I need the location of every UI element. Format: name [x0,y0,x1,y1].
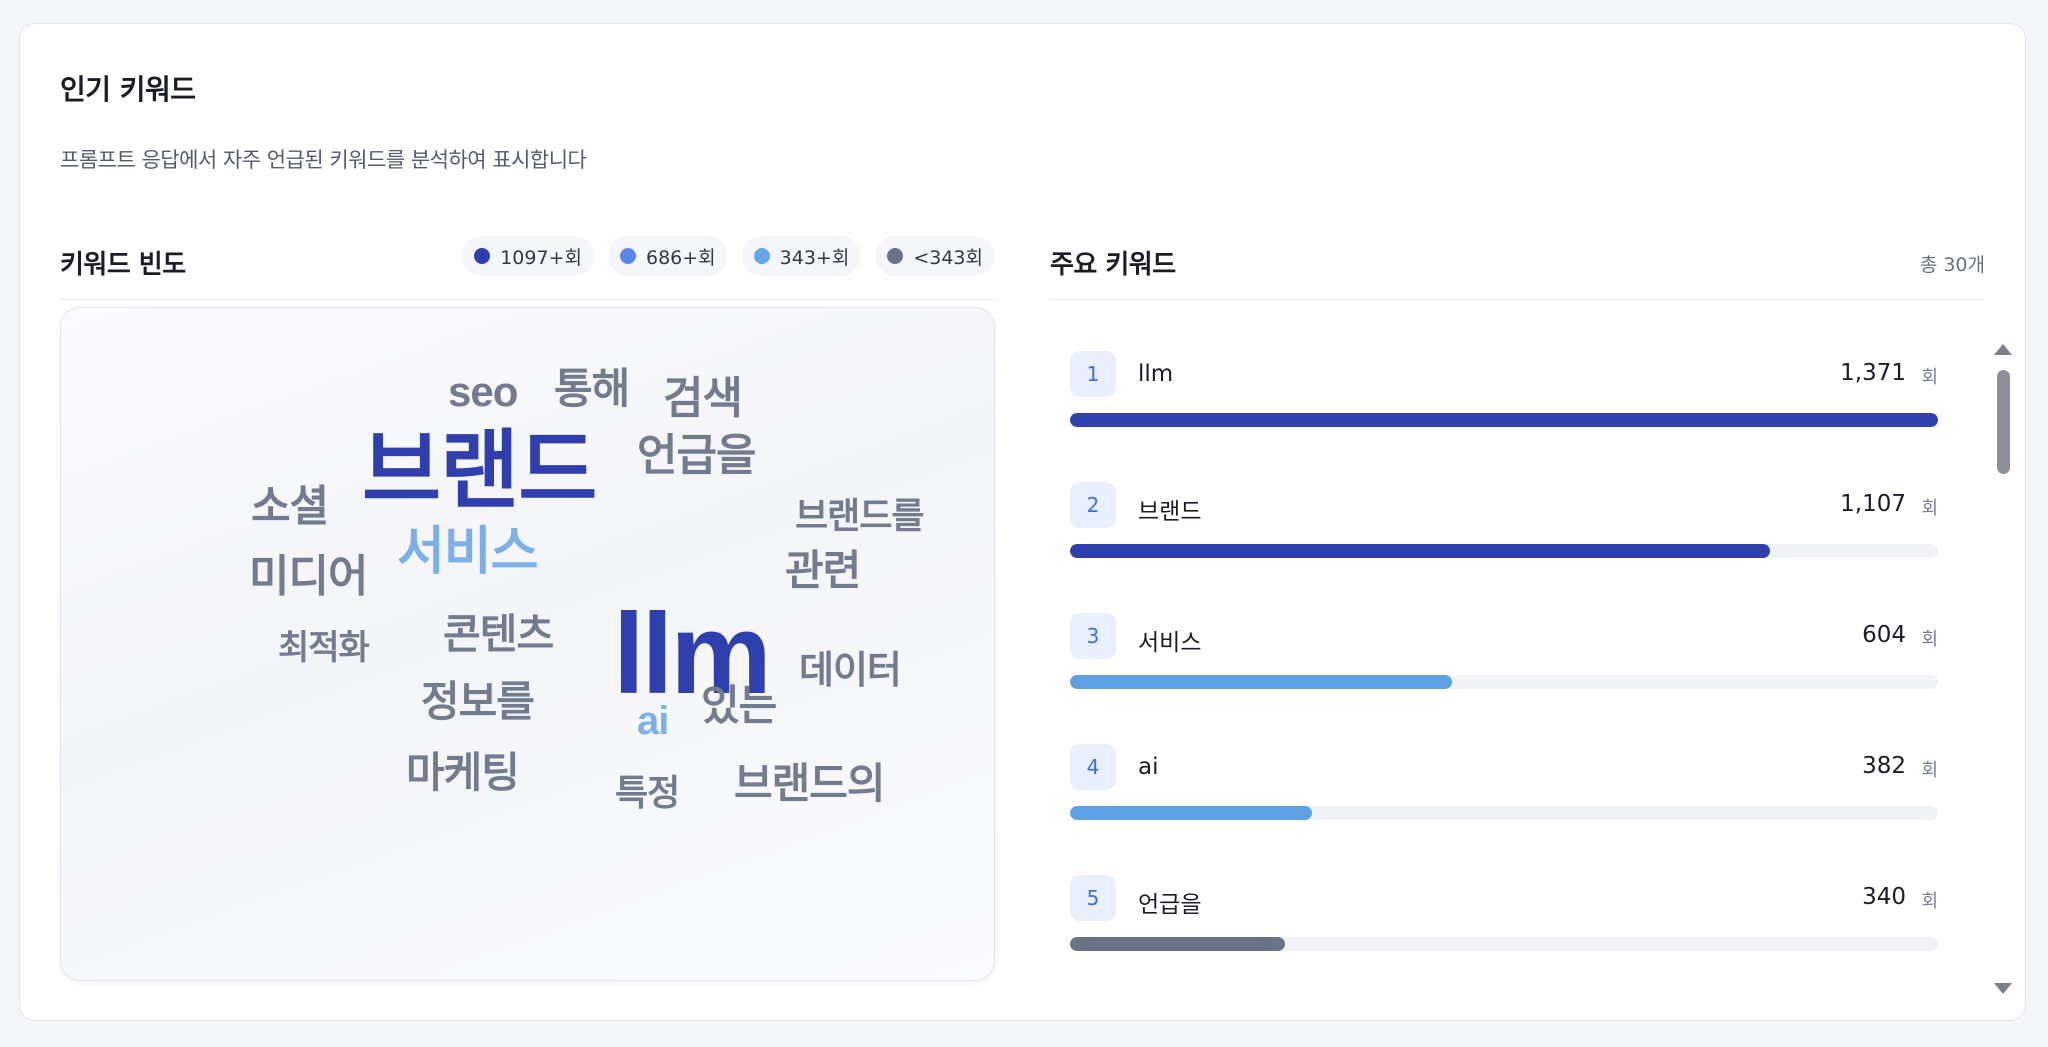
page-subtitle: 프롬프트 응답에서 자주 언급된 키워드를 분석하여 표시합니다 [60,148,587,172]
keyword-count: 1,107 [1840,491,1906,517]
list-item[interactable]: 4 ai 382 회 [1070,744,1938,864]
frequency-bar-fill [1070,675,1452,689]
list-item[interactable]: 1 llm 1,371 회 [1070,351,1938,471]
legend-dot-icon [619,248,636,264]
frequency-bar-track [1070,806,1938,820]
keyword-name: ai [1138,754,1159,780]
cloud-word[interactable]: 통해 [554,368,630,410]
word-cloud: seo 통해 검색 브랜드 언급을 소셜 브랜드를 서비스 미디어 llm 관련… [60,307,995,981]
keyword-name: 서비스 [1138,630,1202,656]
keyword-count: 604 [1862,622,1906,648]
frequency-bar-track [1070,937,1938,951]
legend-dot-icon [474,248,491,264]
cloud-word[interactable]: 검색 [663,377,743,421]
cloud-word[interactable]: 서비스 [397,526,539,578]
frequency-bar-track [1070,675,1938,689]
keyword-name: 브랜드 [1138,499,1202,525]
frequency-bar-fill [1070,937,1286,951]
cloud-word[interactable]: 마케팅 [406,752,520,794]
cloud-word[interactable]: 브랜드를 [795,498,924,534]
count-unit: 회 [1921,760,1938,781]
frequency-bar-fill [1070,806,1313,820]
keyword-count: 382 [1862,753,1906,779]
list-item[interactable]: 5 언급을 340 회 [1070,875,1938,995]
cloud-word[interactable]: ai [637,701,669,741]
cloud-word[interactable]: 언급을 [637,434,756,478]
legend-label: <343회 [913,246,983,269]
frequency-bar-track [1070,544,1938,558]
legend-dot-icon [753,248,770,264]
frequency-bar-fill [1070,413,1938,427]
scroll-thumb[interactable] [1997,370,2010,474]
cloud-word[interactable]: 특정 [615,775,680,811]
cloud-word[interactable]: 소셜 [251,486,329,529]
frequency-legend: 1097+회 686+회 343+회 <343회 [462,236,995,276]
keyword-name: llm [1138,361,1174,387]
rank-badge: 3 [1070,613,1116,659]
legend-item-tier2: 686+회 [607,236,728,276]
popular-keywords-card: 인기 키워드 프롬프트 응답에서 자주 언급된 키워드를 분석하여 표시합니다 … [19,23,2026,1021]
top-keywords-header: 주요 키워드 총 30개 [1050,220,1985,300]
count-unit: 회 [1921,367,1938,388]
frequency-header: 키워드 빈도 1097+회 686+회 343+회 <343회 [60,220,995,300]
list-item[interactable]: 3 서비스 604 회 [1070,613,1938,733]
keyword-total-count: 총 30개 [1919,254,1985,276]
frequency-bar-fill [1070,544,1771,558]
top-keywords-list: 1 llm 1,371 회 2 브랜드 1,107 회 3 서비스 604 회 [1050,324,1985,994]
cloud-word[interactable]: 있는 [701,685,777,727]
legend-label: 686+회 [645,246,716,269]
legend-item-tier3: 343+회 [741,236,862,276]
count-unit: 회 [1921,498,1938,519]
rank-badge: 5 [1070,875,1116,921]
rank-badge: 4 [1070,744,1116,790]
list-scrollbar[interactable] [1990,340,2018,994]
cloud-word[interactable]: 브랜드의 [734,763,886,805]
legend-item-tier4: <343회 [875,236,995,276]
cloud-word[interactable]: seo [448,371,518,413]
scroll-down-arrow-icon[interactable] [1994,983,2012,994]
cloud-word[interactable]: 미디어 [249,555,368,599]
cloud-word[interactable]: 데이터 [799,652,902,690]
frequency-bar-track [1070,413,1938,427]
keyword-count: 340 [1862,884,1906,910]
legend-item-tier1: 1097+회 [462,236,594,276]
legend-label: 1097+회 [500,246,582,269]
cloud-word[interactable]: 정보를 [421,681,535,723]
keyword-name: 언급을 [1138,892,1202,918]
cloud-word[interactable]: 브랜드 [362,428,597,514]
scroll-up-arrow-icon[interactable] [1994,344,2012,355]
legend-label: 343+회 [779,246,850,269]
cloud-word[interactable]: 최적화 [278,631,370,665]
page-title: 인기 키워드 [60,73,196,106]
count-unit: 회 [1921,629,1938,650]
cloud-word[interactable]: 콘텐츠 [443,614,554,655]
cloud-word[interactable]: 관련 [785,550,861,592]
rank-badge: 2 [1070,482,1116,528]
keyword-count: 1,371 [1840,360,1906,386]
list-item[interactable]: 2 브랜드 1,107 회 [1070,482,1938,602]
top-keywords-title: 주요 키워드 [1050,250,1176,280]
frequency-title: 키워드 빈도 [60,250,186,280]
rank-badge: 1 [1070,351,1116,397]
count-unit: 회 [1921,891,1938,912]
legend-dot-icon [887,248,904,264]
